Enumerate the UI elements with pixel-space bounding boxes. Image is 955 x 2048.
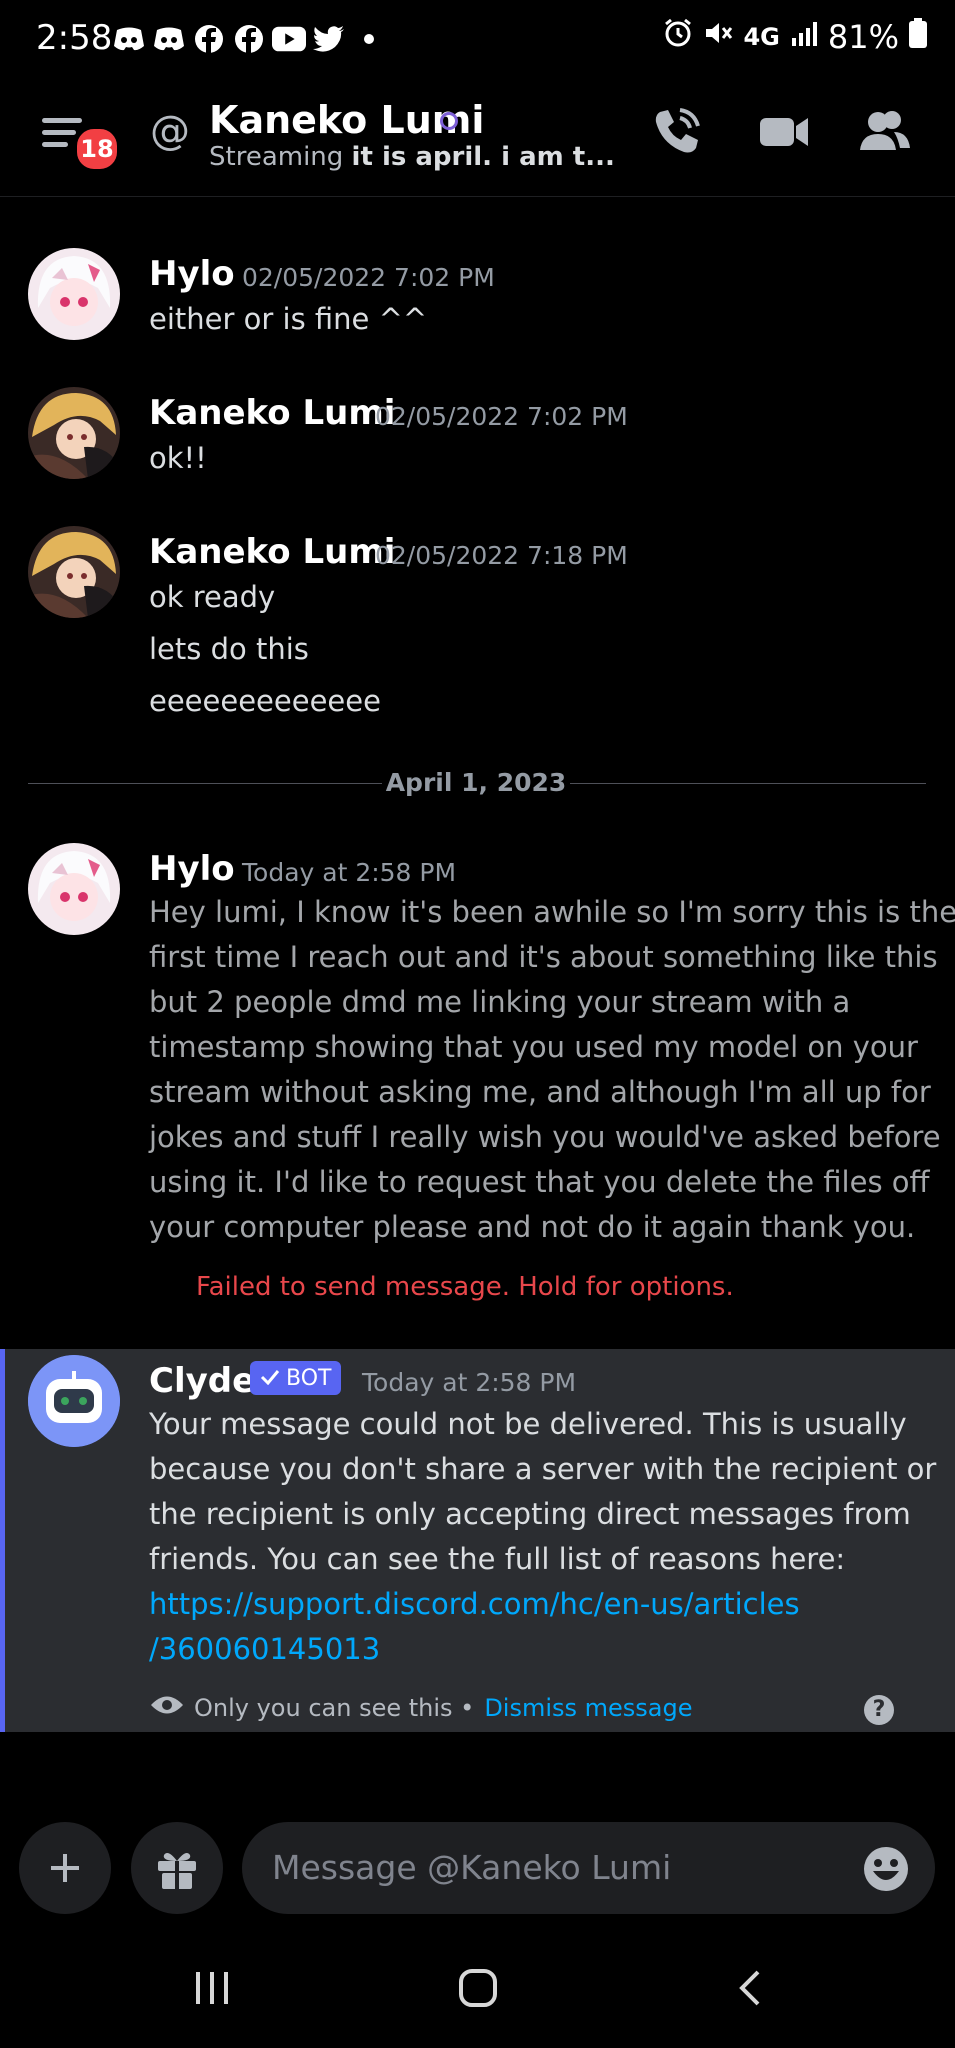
message-text: lets do this xyxy=(149,632,309,666)
bot-tag-label: BOT xyxy=(286,1365,332,1391)
network-label: 4G xyxy=(743,23,780,51)
discord-icon xyxy=(112,22,146,56)
message-username[interactable]: Hylo xyxy=(149,849,235,889)
help-icon[interactable]: ? xyxy=(864,1695,894,1725)
message-text: ok!! xyxy=(149,441,207,475)
message-timestamp: Today at 2:58 PM xyxy=(362,1368,577,1397)
battery-icon xyxy=(909,18,927,56)
avatar-hylo[interactable] xyxy=(28,843,120,935)
ephemeral-note-row: Only you can see this • Dismiss message xyxy=(150,1694,693,1722)
check-icon xyxy=(260,1366,280,1391)
video-call-button[interactable] xyxy=(756,104,816,164)
failed-message-text[interactable]: jokes and stuff I really wish you would'… xyxy=(149,1120,941,1154)
message-text: eeeeeeeeeeeee xyxy=(149,684,381,718)
support-link[interactable]: /360060145013 xyxy=(149,1632,380,1666)
failed-message-text[interactable]: timestamp showing that you used my model… xyxy=(149,1030,918,1064)
custom-status: Streaming it is april. i am t... xyxy=(209,142,615,172)
twitter-icon xyxy=(312,22,346,56)
divider-line xyxy=(570,783,926,784)
at-icon: @ xyxy=(150,108,190,154)
avatar-kaneko-lumi[interactable] xyxy=(28,387,120,479)
discord-icon xyxy=(152,22,186,56)
signal-icon xyxy=(790,18,818,56)
failed-message-text[interactable]: using it. I'd like to request that you d… xyxy=(149,1165,930,1199)
status-prefix: Streaming xyxy=(209,142,344,172)
gift-button[interactable] xyxy=(131,1822,223,1914)
alarm-icon xyxy=(663,18,693,56)
date-divider: April 1, 2023 xyxy=(385,768,567,797)
support-link[interactable]: https://support.discord.com/hc/en-us/art… xyxy=(149,1587,800,1621)
message-username[interactable]: Kaneko Lumi xyxy=(149,532,395,572)
status-time: 2:58 xyxy=(36,18,113,58)
avatar-kaneko-lumi[interactable] xyxy=(28,526,120,618)
facebook-icon xyxy=(192,22,226,56)
dismiss-message-link[interactable]: Dismiss message xyxy=(484,1694,692,1722)
dot-icon xyxy=(352,22,386,56)
emoji-button[interactable] xyxy=(862,1845,910,1893)
members-button[interactable] xyxy=(856,104,916,164)
recents-button[interactable] xyxy=(192,1968,232,2012)
notification-icons xyxy=(112,22,386,56)
message-username[interactable]: Hylo xyxy=(149,254,235,294)
youtube-icon xyxy=(272,22,306,56)
failed-message-text[interactable]: first time I reach out and it's about so… xyxy=(149,940,938,974)
message-input[interactable] xyxy=(242,1822,935,1914)
message-text: either or is fine ^^ xyxy=(149,302,428,336)
message-timestamp: Today at 2:58 PM xyxy=(242,858,457,887)
failed-message-text[interactable]: stream without asking me, and although I… xyxy=(149,1075,931,1109)
voice-call-button[interactable] xyxy=(648,104,708,164)
eye-icon xyxy=(150,1694,184,1722)
ephemeral-note: Only you can see this • xyxy=(194,1694,475,1722)
message-text: ok ready xyxy=(149,580,276,614)
battery-label: 81% xyxy=(827,18,899,56)
message-timestamp: 02/05/2022 7:02 PM xyxy=(242,263,495,292)
back-button[interactable] xyxy=(730,1968,770,2012)
streaming-status-icon xyxy=(440,112,458,130)
message-username[interactable]: Clyde xyxy=(149,1361,255,1401)
bot-tag: BOT xyxy=(250,1361,342,1395)
failed-send-notice[interactable]: Failed to send message. Hold for options… xyxy=(196,1272,734,1302)
attach-button[interactable] xyxy=(19,1822,111,1914)
message-username[interactable]: Kaneko Lumi xyxy=(149,393,395,433)
mute-icon xyxy=(703,18,733,56)
failed-message-text[interactable]: but 2 people dmd me linking your stream … xyxy=(149,985,850,1019)
unread-badge: 18 xyxy=(74,126,120,172)
avatar-hylo[interactable] xyxy=(28,248,120,340)
message-timestamp: 02/05/2022 7:18 PM xyxy=(375,541,628,570)
message-text: Your message could not be delivered. Thi… xyxy=(149,1407,907,1441)
status-right: 4G 81% xyxy=(663,18,927,56)
failed-message-text[interactable]: Hey lumi, I know it's been awhile so I'm… xyxy=(149,895,955,929)
home-button[interactable] xyxy=(458,1968,498,2012)
message-text: the recipient is only accepting direct m… xyxy=(149,1497,911,1531)
status-activity: it is april. i am t... xyxy=(351,142,615,172)
message-text: because you don't share a server with th… xyxy=(149,1452,937,1486)
message-text: friends. You can see the full list of re… xyxy=(149,1542,846,1576)
avatar-clyde[interactable] xyxy=(28,1355,120,1447)
facebook-icon xyxy=(232,22,266,56)
message-timestamp: 02/05/2022 7:02 PM xyxy=(375,402,628,431)
failed-message-text[interactable]: your computer please and not do it again… xyxy=(149,1210,915,1244)
divider-line xyxy=(28,783,382,784)
